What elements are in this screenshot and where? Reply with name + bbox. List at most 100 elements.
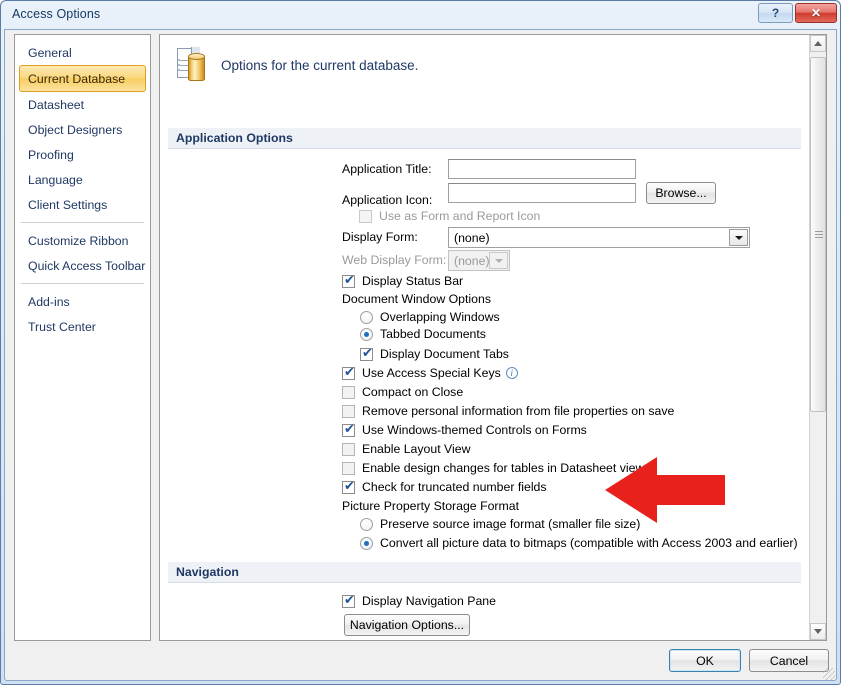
database-document-icon	[176, 47, 210, 83]
display-document-tabs-row[interactable]: ✔ Display Document Tabs	[360, 347, 509, 361]
sidebar-item-label: Customize Ribbon	[28, 234, 128, 248]
sidebar-item-datasheet[interactable]: Datasheet	[19, 92, 146, 117]
overlapping-windows-radio[interactable]	[360, 311, 373, 324]
options-scroll-area: Options for the current database. Applic…	[160, 35, 809, 640]
sidebar-item-label: Quick Access Toolbar	[28, 259, 145, 273]
display-document-tabs-label: Display Document Tabs	[380, 347, 509, 361]
sidebar-item-quick-access-toolbar[interactable]: Quick Access Toolbar	[19, 253, 146, 278]
display-status-bar-row[interactable]: ✔ Display Status Bar	[342, 274, 463, 288]
chevron-down-icon	[489, 252, 508, 269]
chevron-down-icon[interactable]	[729, 229, 748, 246]
sidebar-item-label: Trust Center	[28, 320, 96, 334]
enable-layout-view-checkbox[interactable]	[342, 443, 355, 456]
sidebar-item-proofing[interactable]: Proofing	[19, 142, 146, 167]
sidebar-item-label: General	[28, 46, 72, 60]
use-windows-themed-controls-checkbox[interactable]: ✔	[342, 424, 355, 437]
enable-design-changes-checkbox[interactable]	[342, 462, 355, 475]
sidebar-item-language[interactable]: Language	[19, 167, 146, 192]
cancel-button[interactable]: Cancel	[749, 649, 829, 672]
display-navigation-pane-checkbox[interactable]: ✔	[342, 595, 355, 608]
use-as-form-report-icon-checkbox[interactable]	[359, 210, 372, 223]
display-form-row: Display Form:	[342, 230, 446, 244]
compact-on-close-checkbox[interactable]	[342, 386, 355, 399]
panel-header: Options for the current database.	[176, 43, 418, 87]
tabbed-documents-radio[interactable]	[360, 328, 373, 341]
sidebar-item-general[interactable]: General	[19, 40, 146, 65]
sidebar-item-label: Current Database	[28, 72, 125, 86]
web-display-form-row: Web Display Form:	[342, 253, 446, 267]
resize-grip[interactable]	[823, 668, 835, 680]
dialog-footer: OK Cancel	[1, 646, 841, 686]
panel-header-text: Options for the current database.	[221, 58, 418, 73]
sidebar-item-current-database[interactable]: Current Database	[19, 65, 146, 92]
compact-on-close-label: Compact on Close	[362, 385, 463, 399]
display-navigation-pane-row[interactable]: ✔ Display Navigation Pane	[342, 594, 496, 608]
enable-layout-view-row[interactable]: Enable Layout View	[342, 442, 470, 456]
application-title-input[interactable]	[448, 159, 636, 179]
remove-personal-information-label: Remove personal information from file pr…	[362, 404, 674, 418]
application-title-label: Application Title:	[342, 162, 446, 176]
application-icon-input[interactable]	[448, 183, 636, 203]
sidebar-item-object-designers[interactable]: Object Designers	[19, 117, 146, 142]
scroll-down-icon[interactable]	[810, 623, 826, 640]
help-button[interactable]: ?	[758, 3, 793, 23]
sidebar-item-customize-ribbon[interactable]: Customize Ribbon	[19, 228, 146, 253]
access-options-dialog: Access Options ? ✕ General Current Datab…	[0, 0, 841, 685]
scrollbar-grip	[815, 231, 823, 239]
enable-design-changes-row[interactable]: Enable design changes for tables in Data…	[342, 461, 644, 475]
use-access-special-keys-row[interactable]: ✔ Use Access Special Keys i	[342, 366, 518, 380]
scroll-up-icon[interactable]	[810, 35, 826, 52]
enable-layout-view-label: Enable Layout View	[362, 442, 470, 456]
display-form-combobox[interactable]: (none)	[448, 227, 750, 248]
info-icon[interactable]: i	[506, 367, 518, 379]
section-header-navigation: Navigation	[168, 562, 801, 583]
enable-design-changes-label: Enable design changes for tables in Data…	[362, 461, 644, 475]
web-display-form-label: Web Display Form:	[342, 253, 446, 267]
tabbed-documents-label: Tabbed Documents	[380, 327, 486, 341]
scrollbar-thumb[interactable]	[810, 57, 826, 412]
sidebar-item-client-settings[interactable]: Client Settings	[19, 192, 146, 217]
use-access-special-keys-label: Use Access Special Keys	[362, 366, 501, 380]
sidebar-item-label: Language	[28, 173, 83, 187]
sidebar-item-label: Datasheet	[28, 98, 84, 112]
use-as-form-report-icon-label: Use as Form and Report Icon	[379, 209, 540, 223]
application-icon-row: Application Icon:	[342, 193, 446, 207]
options-content-panel: Options for the current database. Applic…	[159, 34, 827, 641]
convert-to-bitmaps-radio[interactable]	[360, 537, 373, 550]
navigation-options-button[interactable]: Navigation Options...	[344, 614, 470, 636]
sidebar-item-trust-center[interactable]: Trust Center	[19, 314, 146, 339]
vertical-scrollbar[interactable]	[809, 35, 826, 640]
display-document-tabs-checkbox[interactable]: ✔	[360, 348, 373, 361]
tabbed-documents-row[interactable]: Tabbed Documents	[360, 327, 486, 341]
display-navigation-pane-label: Display Navigation Pane	[362, 594, 496, 608]
sidebar-item-add-ins[interactable]: Add-ins	[19, 289, 146, 314]
compact-on-close-row[interactable]: Compact on Close	[342, 385, 463, 399]
check-truncated-number-fields-row[interactable]: ✔ Check for truncated number fields	[342, 480, 547, 494]
use-as-form-report-icon-row[interactable]: Use as Form and Report Icon	[359, 209, 540, 223]
close-icon[interactable]: ✕	[795, 3, 837, 23]
sidebar-item-label: Client Settings	[28, 198, 107, 212]
convert-to-bitmaps-row[interactable]: Convert all picture data to bitmaps (com…	[360, 536, 798, 550]
browse-button[interactable]: Browse...	[646, 182, 716, 204]
sidebar-item-label: Object Designers	[28, 123, 122, 137]
display-form-label: Display Form:	[342, 230, 446, 244]
preserve-source-image-label: Preserve source image format (smaller fi…	[380, 517, 640, 531]
application-icon-label: Application Icon:	[342, 193, 446, 207]
preserve-source-image-row[interactable]: Preserve source image format (smaller fi…	[360, 517, 640, 531]
sidebar-item-label: Proofing	[28, 148, 74, 162]
remove-personal-information-row[interactable]: Remove personal information from file pr…	[342, 404, 674, 418]
sidebar-item-label: Add-ins	[28, 295, 70, 309]
use-windows-themed-controls-label: Use Windows-themed Controls on Forms	[362, 423, 587, 437]
preserve-source-image-radio[interactable]	[360, 518, 373, 531]
web-display-form-value: (none)	[454, 254, 490, 268]
check-truncated-number-fields-checkbox[interactable]: ✔	[342, 481, 355, 494]
document-window-options-label: Document Window Options	[342, 292, 491, 306]
use-windows-themed-controls-row[interactable]: ✔ Use Windows-themed Controls on Forms	[342, 423, 587, 437]
title-bar: Access Options ? ✕	[1, 1, 841, 29]
use-access-special-keys-checkbox[interactable]: ✔	[342, 367, 355, 380]
overlapping-windows-row[interactable]: Overlapping Windows	[360, 310, 500, 324]
remove-personal-information-checkbox[interactable]	[342, 405, 355, 418]
sidebar: General Current Database Datasheet Objec…	[14, 34, 151, 641]
display-status-bar-checkbox[interactable]: ✔	[342, 275, 355, 288]
ok-button[interactable]: OK	[669, 649, 741, 672]
